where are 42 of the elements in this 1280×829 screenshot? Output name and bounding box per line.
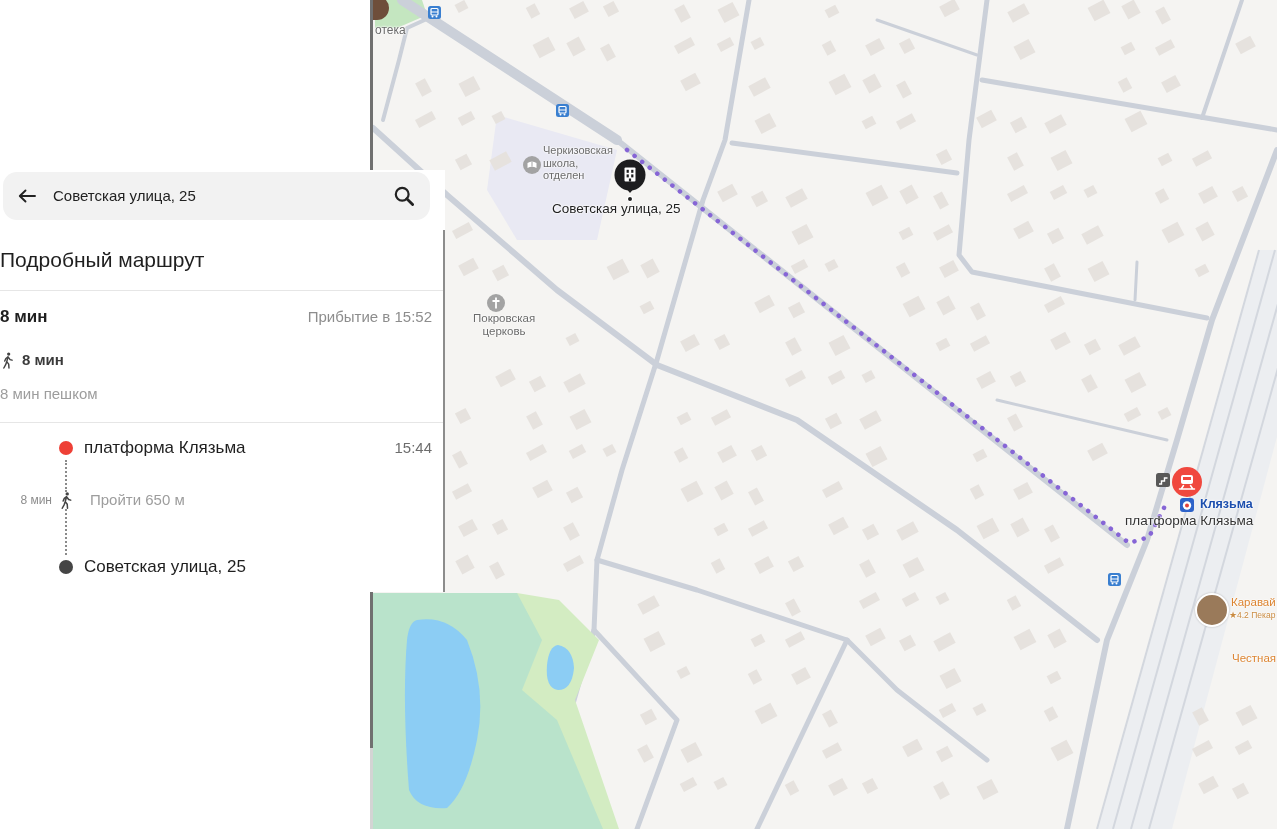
station-icon[interactable]	[1180, 498, 1194, 512]
route-duration: 8 мин	[0, 306, 48, 328]
walk-instruction: Пройти 650 м	[90, 491, 185, 509]
route-title: Подробный маршрут	[0, 247, 205, 273]
building	[1044, 263, 1061, 282]
stop-time: 15:44	[394, 438, 432, 458]
bus-stop-icon[interactable]	[556, 104, 569, 117]
church-icon[interactable]	[487, 294, 505, 312]
route-summary: 8 мин пешком	[0, 384, 98, 404]
back-arrow-icon[interactable]	[18, 189, 36, 203]
stairs-icon[interactable]	[1156, 473, 1170, 487]
search-bar[interactable]: Советская улица, 25	[3, 172, 430, 220]
place-rating: ★4.2 Пекар	[1229, 611, 1276, 621]
arrival-time: Прибытие в 15:52	[307, 307, 432, 327]
walk-duration: 8 мин	[20, 492, 52, 509]
school-icon[interactable]	[523, 156, 541, 174]
photo-placeholder[interactable]	[373, 0, 389, 20]
place-label: Черкизовская школа, отделен	[543, 144, 613, 182]
station-name: Клязьма	[1200, 497, 1253, 512]
building	[785, 598, 801, 617]
place-label: Честная	[1232, 652, 1277, 666]
search-input[interactable]: Советская улица, 25	[53, 185, 377, 207]
train-marker-icon[interactable]	[1172, 467, 1202, 497]
building-pin-icon[interactable]	[614, 159, 646, 202]
pond	[546, 645, 574, 690]
search-icon[interactable]	[394, 186, 414, 206]
place-label: Советская улица, 25	[552, 201, 681, 217]
stop-name: Советская улица, 25	[84, 556, 246, 578]
walking-person-icon	[2, 351, 13, 369]
place-label: Покровская церковь	[473, 312, 536, 339]
place-label: платформа Клязьма	[1125, 513, 1254, 529]
place-label: отека	[375, 24, 406, 38]
building	[938, 703, 957, 718]
building	[790, 259, 809, 274]
stop-name: платформа Клязьма	[84, 437, 246, 459]
building	[452, 222, 473, 239]
bus-stop-icon[interactable]	[1108, 573, 1121, 586]
building	[784, 780, 800, 796]
mode-duration: 8 мин	[22, 350, 64, 370]
walking-person-icon	[60, 492, 72, 509]
place-label: Каравай	[1231, 596, 1276, 610]
bus-stop-icon[interactable]	[428, 6, 441, 19]
